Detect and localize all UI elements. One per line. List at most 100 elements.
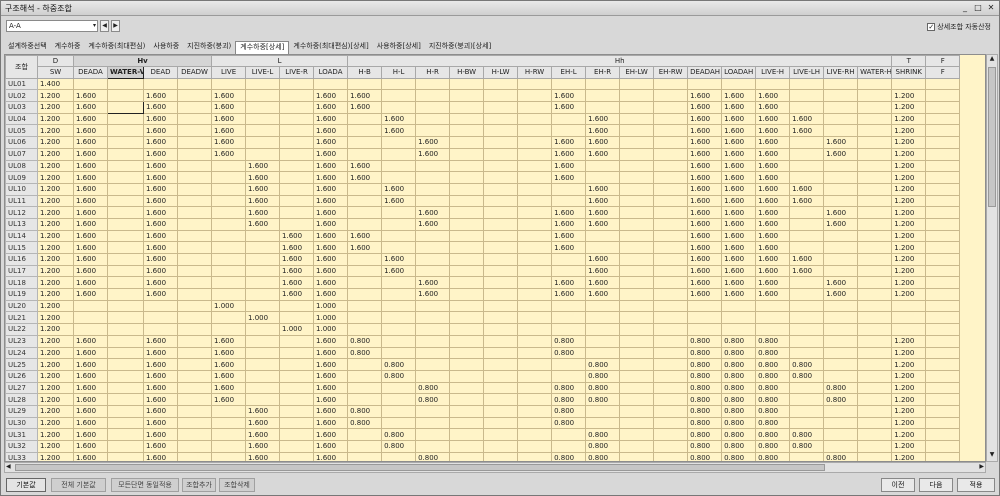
grid-cell[interactable] <box>551 124 587 138</box>
grid-cell[interactable]: 1.600 <box>73 381 108 395</box>
grid-cell[interactable] <box>823 264 859 278</box>
grid-cell[interactable]: 1.600 <box>73 346 108 360</box>
grid-cell[interactable] <box>517 451 553 461</box>
apply-button[interactable]: 적용 <box>957 478 995 492</box>
grid-cell[interactable] <box>347 358 383 371</box>
grid-cell[interactable] <box>857 334 893 348</box>
grid-cell[interactable]: 1.600 <box>687 182 723 196</box>
grid-cell[interactable] <box>415 253 451 266</box>
grid-cell[interactable]: 1.600 <box>73 112 108 126</box>
grid-cell[interactable] <box>415 404 451 418</box>
grid-cell[interactable]: 1.200 <box>37 182 74 196</box>
grid-cell[interactable]: 1.600 <box>143 369 178 383</box>
grid-cell[interactable]: 1.200 <box>891 369 927 383</box>
grid-cell[interactable]: 1.600 <box>143 229 178 243</box>
grid-cell[interactable] <box>483 101 519 114</box>
grid-cell[interactable] <box>211 264 247 278</box>
next-button[interactable]: 다음 <box>919 478 953 492</box>
grid-cell[interactable]: 1.600 <box>211 393 247 406</box>
grid-cell[interactable] <box>857 89 893 103</box>
grid-cell[interactable] <box>857 428 893 441</box>
grid-cell[interactable]: 1.200 <box>37 171 74 184</box>
grid-cell[interactable]: 0.800 <box>755 393 791 406</box>
grid-cell[interactable] <box>789 229 825 243</box>
grid-cell[interactable] <box>857 241 893 254</box>
grid-cell[interactable] <box>347 217 383 231</box>
grid-cell[interactable] <box>721 77 757 91</box>
grid-cell[interactable]: 1.200 <box>891 253 927 266</box>
grid-cell[interactable] <box>585 77 621 91</box>
grid-cell[interactable]: 0.800 <box>551 393 587 406</box>
grid-cell[interactable] <box>585 323 621 336</box>
grid-cell[interactable] <box>381 159 417 173</box>
grid-cell[interactable] <box>857 77 893 91</box>
grid-cell[interactable] <box>245 124 281 138</box>
column-header[interactable]: H-BW <box>449 66 485 79</box>
grid-cell[interactable] <box>551 264 587 278</box>
column-header[interactable]: LIVE-H <box>755 66 791 79</box>
grid-cell[interactable] <box>73 323 108 336</box>
grid-cell[interactable] <box>789 171 825 184</box>
grid-cell[interactable]: 1.600 <box>755 288 791 301</box>
grid-cell[interactable]: 1.600 <box>585 136 621 149</box>
column-header[interactable]: LIVE-RH <box>823 66 859 79</box>
grid-cell[interactable] <box>107 369 144 383</box>
grid-cell[interactable]: 1.600 <box>211 89 247 103</box>
grid-cell[interactable] <box>653 194 689 208</box>
grid-cell[interactable] <box>176 77 213 91</box>
grid-cell[interactable]: 1.600 <box>313 404 349 418</box>
tab-0[interactable]: 설계하중선택 <box>4 41 51 53</box>
grid-cell[interactable]: 1.600 <box>73 334 108 348</box>
grid-cell[interactable]: 1.600 <box>823 147 859 161</box>
grid-cell[interactable]: 1.600 <box>789 124 825 138</box>
grid-cell[interactable] <box>857 311 893 325</box>
grid-cell[interactable] <box>483 206 519 219</box>
grid-cell[interactable] <box>857 136 893 149</box>
grid-cell[interactable] <box>687 77 723 91</box>
grid-cell[interactable] <box>789 276 825 290</box>
grid-cell[interactable] <box>551 369 587 383</box>
grid-cell[interactable] <box>517 404 553 418</box>
grid-cell[interactable] <box>823 241 859 254</box>
grid-cell[interactable] <box>449 147 485 161</box>
grid-cell[interactable] <box>245 288 281 301</box>
grid-cell[interactable] <box>347 77 383 91</box>
grid-cell[interactable] <box>347 381 383 395</box>
grid-cell[interactable]: 1.600 <box>551 136 587 149</box>
grid-cell[interactable] <box>823 89 859 103</box>
grid-cell[interactable] <box>789 241 825 254</box>
grid-cell[interactable]: 0.800 <box>415 381 451 395</box>
grid-cell[interactable] <box>823 311 859 325</box>
grid-cell[interactable] <box>245 381 281 395</box>
grid-cell[interactable] <box>483 393 519 406</box>
grid-cell[interactable]: 1.600 <box>551 276 587 290</box>
grid-cell[interactable]: 0.800 <box>755 334 791 348</box>
grid-cell[interactable]: 0.800 <box>687 393 723 406</box>
grid-cell[interactable] <box>176 241 213 254</box>
grid-cell[interactable] <box>891 299 927 313</box>
grid-cell[interactable] <box>483 334 519 348</box>
grid-cell[interactable] <box>585 89 621 103</box>
grid-cell[interactable]: 1.600 <box>73 288 108 301</box>
grid-cell[interactable]: 1.600 <box>415 206 451 219</box>
add-combination-button[interactable]: 조합추가 <box>182 478 216 492</box>
grid-cell[interactable] <box>245 229 281 243</box>
grid-cell[interactable]: 1.600 <box>313 229 349 243</box>
grid-cell[interactable] <box>823 346 859 360</box>
grid-cell[interactable]: 0.800 <box>687 404 723 418</box>
grid-cell[interactable] <box>211 440 247 453</box>
grid-cell[interactable]: 1.600 <box>687 147 723 161</box>
grid-cell[interactable]: 1.600 <box>73 369 108 383</box>
grid-cell[interactable] <box>517 217 553 231</box>
grid-cell[interactable] <box>823 369 859 383</box>
grid-cell[interactable]: 1.600 <box>313 159 349 173</box>
row-label[interactable]: UL33 <box>5 451 38 461</box>
grid-cell[interactable]: 1.600 <box>721 194 757 208</box>
grid-cell[interactable]: 1.600 <box>211 147 247 161</box>
grid-cell[interactable] <box>857 393 893 406</box>
grid-cell[interactable]: 1.600 <box>279 253 315 266</box>
grid-cell[interactable] <box>517 182 553 196</box>
grid-cell[interactable] <box>449 404 485 418</box>
grid-cell[interactable] <box>925 217 961 231</box>
grid-cell[interactable]: 1.600 <box>755 136 791 149</box>
